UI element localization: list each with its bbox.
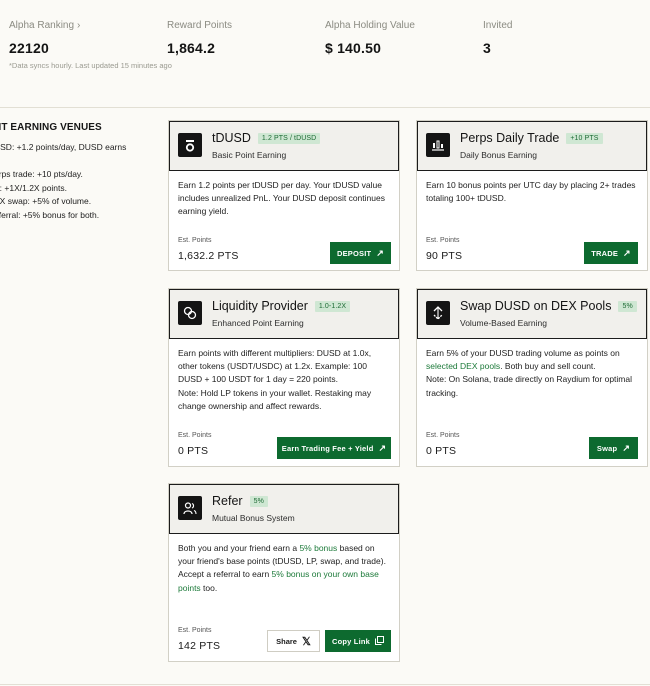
card-header: Swap DUSD on DEX Pools 5% Volume-Based Ea… (417, 289, 647, 339)
card-description-2: Accept a referral to earn 5% bonus on yo… (178, 569, 379, 593)
bonus-link: 5% bonus (299, 543, 338, 553)
stat-points-value: 1,864.2 (167, 40, 216, 56)
stat-holding-value: Alpha Holding Value $ 140.50 (325, 20, 415, 56)
est-points-label: Est. Points (426, 432, 460, 439)
stat-ranking-value: 22120 (9, 40, 49, 56)
dex-pools-link[interactable]: selected DEX pools (426, 361, 500, 371)
percent-badge: 5% (249, 495, 268, 507)
card-description: Earn 10 bonus points per UTC day by plac… (426, 180, 636, 204)
copy-link-button[interactable]: Copy Link (325, 630, 391, 652)
card-note: Note: Hold LP tokens in your wallet. Res… (178, 387, 372, 411)
card-description: Earn points with different multipliers: … (178, 348, 372, 385)
card-header: tDUSD 1.2 PTS / tDUSD Basic Point Earning (169, 121, 399, 171)
x-logo-icon: 𝕏 (301, 635, 311, 648)
stat-alpha-ranking[interactable]: Alpha Ranking › 22120 (9, 20, 80, 56)
est-points-label: Est. Points (178, 237, 212, 244)
card-title: Perps Daily Trade (460, 131, 560, 145)
multiplier-badge: 1.0-1.2X (314, 300, 351, 312)
card-subtitle: Volume-Based Earning (460, 318, 547, 328)
card-refer: Refer 5% Mutual Bonus System Both you and… (168, 483, 400, 662)
divider (0, 107, 650, 108)
card-liquidity-provider: Liquidity Provider 1.0-1.2X Enhanced Poin… (168, 288, 400, 467)
tdusd-logo-icon (178, 133, 202, 157)
deposit-button[interactable]: DEPOSIT ↗ (330, 242, 391, 264)
stats-bar: Alpha Ranking › 22120 Reward Points 1,864… (0, 0, 650, 108)
points-badge: +10 PTS (566, 132, 603, 144)
card-header: Refer 5% Mutual Bonus System (169, 484, 399, 534)
copy-icon (375, 635, 385, 647)
card-subtitle: Enhanced Point Earning (212, 318, 304, 328)
bottom-divider (0, 684, 650, 685)
est-points-value: 90 PTS (426, 250, 463, 262)
stat-invited-label: Invited (483, 20, 513, 31)
card-title: tDUSD (212, 131, 251, 145)
stat-holding-amount: $ 140.50 (325, 40, 382, 56)
venue-line: EX swap: +5% of volume. (0, 196, 92, 206)
stat-invited-value: 3 (483, 40, 491, 56)
card-description: Earn 5% of your DUSD trading volume as p… (426, 348, 620, 372)
sync-note: *Data syncs hourly. Last updated 15 minu… (9, 61, 172, 70)
coins-icon (178, 301, 202, 325)
chart-icon (426, 133, 450, 157)
users-icon (178, 496, 202, 520)
stat-holding-label: Alpha Holding Value (325, 20, 415, 31)
card-description: Earn 1.2 points per tDUSD per day. Your … (178, 180, 385, 217)
venue-line: eferral: +5% bonus for both. (0, 209, 100, 220)
arrow-up-right-icon: ↗ (622, 442, 631, 453)
chevron-right-icon: › (77, 20, 81, 31)
card-title: Swap DUSD on DEX Pools (460, 299, 612, 313)
stat-points-label: Reward Points (167, 20, 233, 31)
card-header: Liquidity Provider 1.0-1.2X Enhanced Poin… (169, 289, 399, 339)
venue-line: P: +1X/1.2X points. (0, 182, 68, 193)
venue-line: . (0, 155, 159, 169)
share-button[interactable]: Share 𝕏 (267, 630, 320, 652)
card-title: Refer (212, 494, 243, 508)
est-points-value: 1,632.2 PTS (178, 250, 239, 262)
card-title: Liquidity Provider (212, 299, 308, 313)
est-points-value: 0 PTS (178, 445, 209, 457)
stat-ranking-label: Alpha Ranking (9, 20, 75, 31)
percent-badge: 5% (618, 300, 637, 312)
card-subtitle: Daily Bonus Earning (460, 150, 538, 160)
est-points-label: Est. Points (426, 237, 460, 244)
card-note: Note: On Solana, trade directly on Raydi… (426, 374, 632, 398)
arrow-up-right-icon: ↗ (378, 442, 387, 453)
earning-venues-summary: NT EARNING VENUES USD: +1.2 points/day, … (0, 122, 159, 222)
card-subtitle: Basic Point Earning (212, 150, 287, 160)
venues-title: NT EARNING VENUES (0, 122, 102, 133)
earn-trading-fee-button[interactable]: Earn Trading Fee + Yield ↗ (277, 437, 391, 459)
card-perps-daily-trade: Perps Daily Trade +10 PTS Daily Bonus Ear… (416, 120, 648, 271)
venue-line: erps trade: +10 pts/day. (0, 169, 83, 179)
est-points-value: 0 PTS (426, 445, 457, 457)
card-swap-dusd: Swap DUSD on DEX Pools 5% Volume-Based Ea… (416, 288, 648, 467)
swap-icon (426, 301, 450, 325)
card-subtitle: Mutual Bonus System (212, 513, 295, 523)
card-tdusd: tDUSD 1.2 PTS / tDUSD Basic Point Earning… (168, 120, 400, 271)
est-points-label: Est. Points (178, 627, 212, 634)
points-badge: 1.2 PTS / tDUSD (257, 132, 321, 144)
est-points-value: 142 PTS (178, 640, 221, 652)
swap-button[interactable]: Swap ↗ (589, 437, 638, 459)
stat-reward-points: Reward Points 1,864.2 (167, 20, 232, 56)
venue-line: USD: +1.2 points/day, DUSD earns (0, 142, 127, 152)
stat-invited: Invited 3 (483, 20, 512, 56)
trade-button[interactable]: TRADE ↗ (584, 242, 638, 264)
card-header: Perps Daily Trade +10 PTS Daily Bonus Ear… (417, 121, 647, 171)
arrow-up-right-icon: ↗ (376, 247, 385, 258)
est-points-label: Est. Points (178, 432, 212, 439)
arrow-up-right-icon: ↗ (623, 247, 631, 258)
card-description: Both you and your friend earn a 5% bonus… (178, 543, 386, 567)
